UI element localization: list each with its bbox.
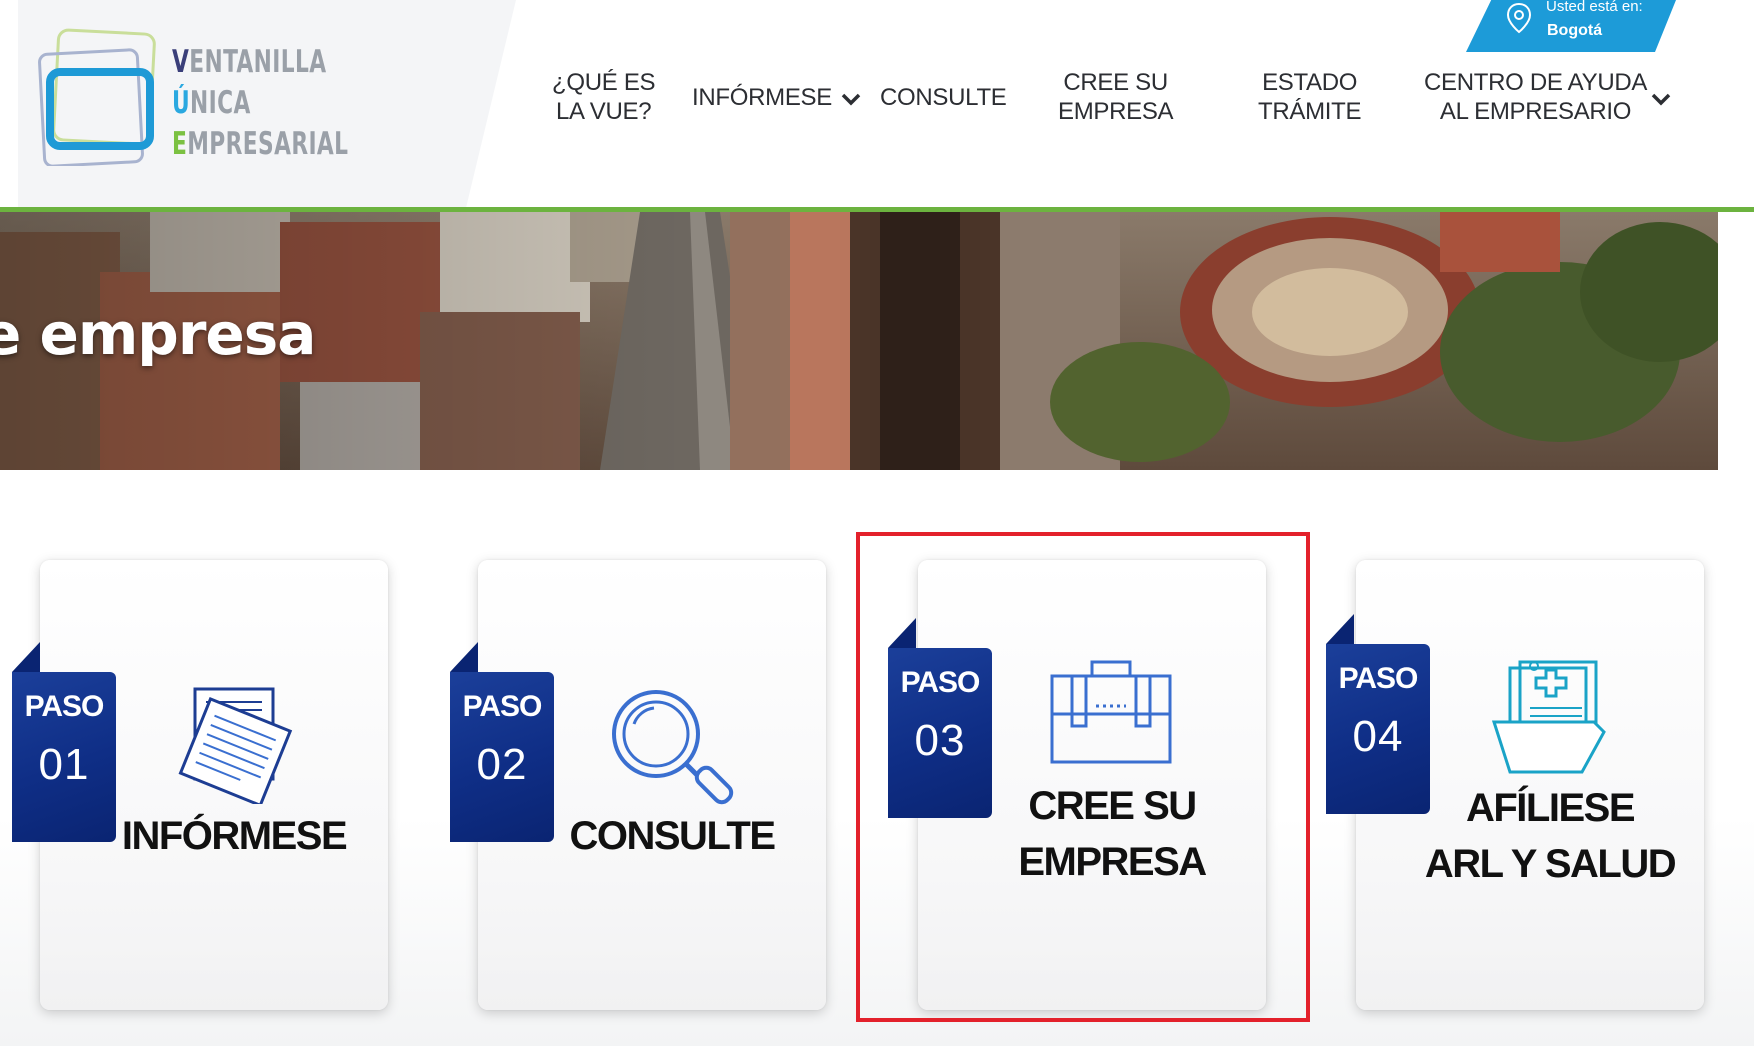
- tag-fold-shape: [1326, 614, 1354, 644]
- medical-folder-icon: [1491, 660, 1606, 774]
- step-title: AFÍLIESE ARL Y SALUD: [1356, 780, 1744, 892]
- nav-consulte-label: CONSULTE: [880, 84, 1007, 111]
- hero-title: e empresa: [0, 300, 316, 368]
- site-header: VENTANILLA ÚNICA EMPRESARIAL ¿QUÉ ES LA …: [0, 0, 1754, 207]
- nav-cree-line1: CREE SU: [1063, 69, 1168, 96]
- nav-informese-label: INFÓRMESE: [692, 84, 832, 111]
- nav-ayuda-line1: CENTRO DE AYUDA: [1424, 69, 1648, 96]
- nav-ayuda-line2: AL EMPRESARIO: [1439, 98, 1632, 125]
- step-number: 02: [476, 740, 528, 789]
- nav-que-es-line1: ¿QUÉ ES: [552, 69, 656, 96]
- chevron-down-icon[interactable]: [1650, 92, 1672, 111]
- step-number: 01: [38, 740, 90, 789]
- nav-estado-tramite[interactable]: ESTADO TRÁMITE: [1258, 68, 1362, 126]
- location-pin-icon: [1506, 2, 1532, 34]
- highlight-box: [856, 532, 1310, 1022]
- magnifier-icon: [612, 690, 734, 805]
- tag-fold-shape: [12, 642, 40, 672]
- step-title: CONSULTE: [569, 814, 776, 858]
- nav-que-es-line2: LA VUE?: [555, 98, 652, 125]
- nav-que-es-la-vue[interactable]: ¿QUÉ ES LA VUE?: [552, 68, 656, 126]
- step-paso-label: PASO: [1338, 662, 1419, 695]
- tag-fold-shape: [450, 642, 478, 672]
- nav-estado-line2: TRÁMITE: [1258, 98, 1362, 125]
- nav-consulte[interactable]: CONSULTE: [880, 83, 1007, 112]
- hero-banner: e empresa: [0, 212, 1718, 470]
- step-paso-label: PASO: [24, 690, 105, 723]
- nav-estado-line1: ESTADO: [1262, 69, 1358, 96]
- location-city: Bogotá: [1547, 22, 1603, 39]
- documents-icon: [178, 687, 293, 804]
- step-number: 04: [1352, 712, 1404, 761]
- nav-informese[interactable]: INFÓRMESE: [692, 83, 862, 113]
- location-label: Usted está en:: [1546, 0, 1643, 15]
- nav-centro-de-ayuda[interactable]: CENTRO DE AYUDA AL EMPRESARIO: [1424, 68, 1647, 126]
- step-paso-label: PASO: [462, 690, 543, 723]
- chevron-down-icon: [840, 84, 862, 113]
- step-title-line1: AFÍLIESE: [1465, 786, 1636, 830]
- step-title: INFÓRMESE: [121, 814, 348, 858]
- nav-cree-line2: EMPRESA: [1058, 98, 1174, 125]
- nav-cree-su-empresa[interactable]: CREE SU EMPRESA: [1058, 68, 1174, 126]
- location-badge[interactable]: Usted está en: Bogotá: [1466, 0, 1676, 52]
- step-title-line2: ARL Y SALUD: [1424, 842, 1677, 886]
